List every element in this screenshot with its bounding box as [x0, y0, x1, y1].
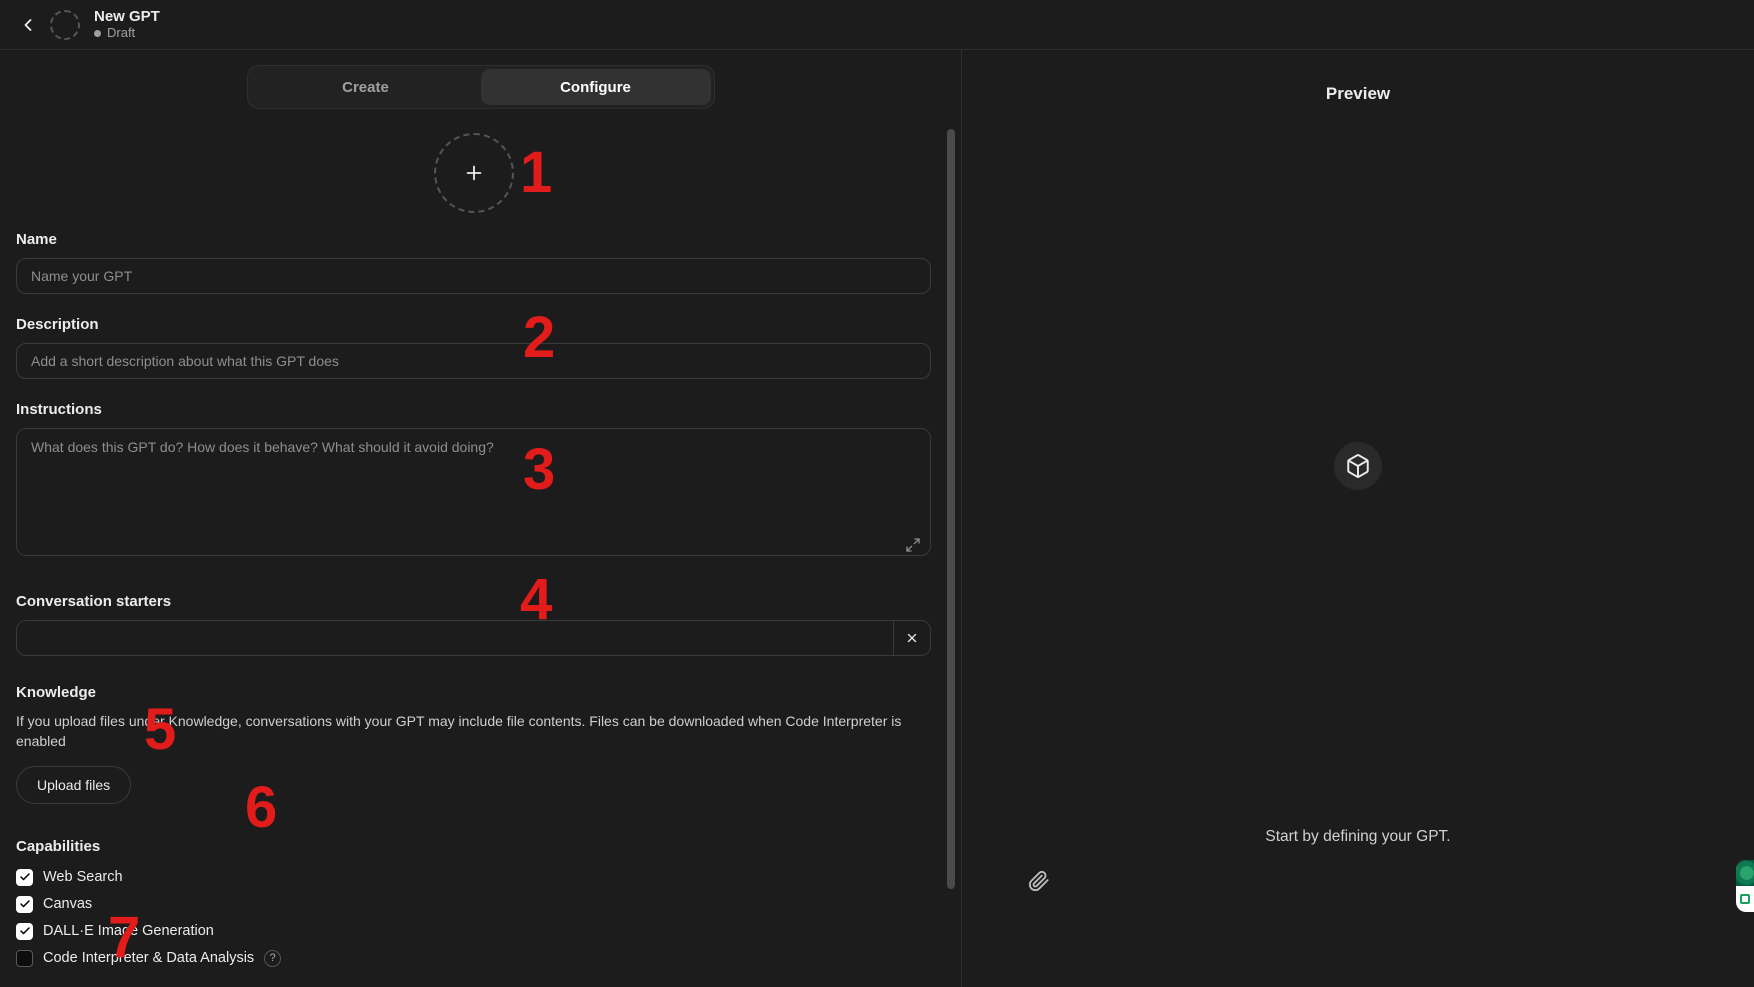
name-label: Name — [16, 231, 931, 248]
chevron-left-icon — [18, 15, 38, 35]
attach-button[interactable] — [1028, 870, 1050, 897]
widget-logo-icon — [1736, 860, 1754, 886]
top-bar: New GPT Draft — [0, 0, 1754, 50]
description-input[interactable] — [16, 343, 931, 379]
preview-placeholder-icon — [1334, 442, 1382, 490]
main-layout: Create Configure Name Description Instru… — [0, 50, 1754, 987]
knowledge-help-text: If you upload files under Knowledge, con… — [16, 711, 931, 752]
preview-hint: Start by defining your GPT. — [1265, 828, 1450, 846]
capability-dalle: DALL·E Image Generation — [16, 923, 931, 940]
capability-web-search: Web Search — [16, 869, 931, 886]
checkbox-canvas[interactable] — [16, 896, 33, 913]
expand-icon[interactable] — [905, 537, 921, 553]
instructions-label: Instructions — [16, 401, 931, 418]
form-column: Name Description Instructions Conversati… — [16, 123, 931, 987]
paperclip-icon — [1028, 870, 1050, 892]
back-button[interactable] — [14, 11, 42, 39]
name-input[interactable] — [16, 258, 931, 294]
tab-configure[interactable]: Configure — [481, 69, 711, 105]
checkbox-web-search[interactable] — [16, 869, 33, 886]
capability-label: Canvas — [43, 896, 92, 912]
plus-icon — [463, 162, 485, 184]
capability-code-interpreter: Code Interpreter & Data Analysis ? — [16, 950, 931, 967]
scrollbar-thumb[interactable] — [947, 129, 955, 889]
starter-input[interactable] — [16, 620, 893, 656]
upload-files-button[interactable]: Upload files — [16, 766, 131, 804]
preview-title: Preview — [1326, 84, 1390, 104]
status-dot-icon — [94, 30, 101, 37]
scrollbar[interactable] — [947, 129, 955, 949]
capability-label: DALL·E Image Generation — [43, 923, 214, 939]
page-title: New GPT — [94, 8, 160, 25]
title-block: New GPT Draft — [94, 8, 160, 40]
form-scroll-area: Name Description Instructions Conversati… — [0, 109, 961, 987]
configure-pane: Create Configure Name Description Instru… — [0, 50, 962, 987]
instructions-input[interactable] — [16, 428, 931, 556]
checkbox-dalle[interactable] — [16, 923, 33, 940]
preview-body — [962, 104, 1754, 828]
capabilities-label: Capabilities — [16, 838, 931, 855]
image-upload-button[interactable] — [434, 133, 514, 213]
tab-switcher: Create Configure — [247, 65, 715, 109]
capabilities-list: Web Search Canvas DALL·E Image Generatio… — [16, 869, 931, 967]
capability-label: Code Interpreter & Data Analysis — [43, 950, 254, 966]
capability-label: Web Search — [43, 869, 123, 885]
starters-label: Conversation starters — [16, 593, 931, 610]
widget-secondary-icon — [1736, 886, 1754, 912]
description-label: Description — [16, 316, 931, 333]
knowledge-label: Knowledge — [16, 684, 931, 701]
preview-footer: Start by defining your GPT. — [962, 828, 1754, 987]
composer-row — [1028, 870, 1688, 897]
capability-canvas: Canvas — [16, 896, 931, 913]
gpt-avatar-placeholder — [50, 10, 80, 40]
starter-delete-button[interactable] — [893, 620, 931, 656]
cube-icon — [1345, 453, 1371, 479]
floating-widget[interactable] — [1736, 860, 1754, 912]
checkbox-code-interpreter[interactable] — [16, 950, 33, 967]
help-icon[interactable]: ? — [264, 950, 281, 967]
status-row: Draft — [94, 26, 160, 41]
tab-create[interactable]: Create — [251, 69, 481, 105]
starter-row — [16, 620, 931, 656]
close-icon — [905, 631, 919, 645]
status-text: Draft — [107, 26, 135, 41]
preview-pane: Preview Start by defining your GPT. — [962, 50, 1754, 987]
